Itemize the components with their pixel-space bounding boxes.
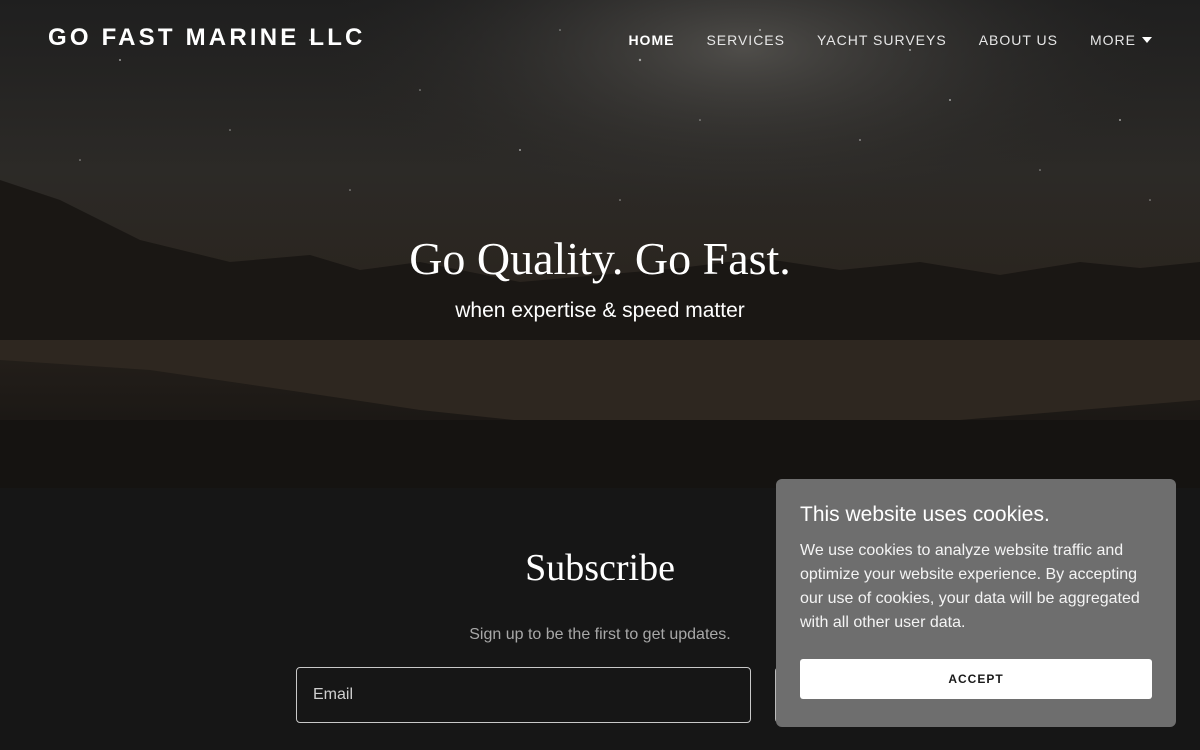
- accept-button[interactable]: ACCEPT: [800, 659, 1152, 699]
- hero-section: GO FAST MARINE LLC HOME SERVICES YACHT S…: [0, 0, 1200, 488]
- hero-subheadline: when expertise & speed matter: [455, 299, 745, 322]
- caret-down-icon: [1142, 37, 1152, 43]
- top-navigation-bar: GO FAST MARINE LLC HOME SERVICES YACHT S…: [0, 0, 1200, 80]
- nav-about-us[interactable]: ABOUT US: [979, 32, 1058, 48]
- cookie-body: We use cookies to analyze website traffi…: [800, 542, 1140, 631]
- nav-more-label: MORE: [1090, 32, 1136, 48]
- hero-headline: Go Quality. Go Fast.: [409, 233, 791, 284]
- main-nav: HOME SERVICES YACHT SURVEYS ABOUT US MOR…: [596, 32, 1152, 48]
- nav-home[interactable]: HOME: [628, 32, 674, 48]
- nav-services[interactable]: SERVICES: [706, 32, 785, 48]
- site-logo[interactable]: GO FAST MARINE LLC: [48, 24, 366, 52]
- cookie-title: This website uses cookies.: [800, 503, 1050, 526]
- cookie-banner: This website uses cookies. We use cookie…: [776, 479, 1176, 727]
- nav-more[interactable]: MORE: [1090, 32, 1152, 48]
- email-input[interactable]: Email: [296, 667, 751, 723]
- nav-yacht-surveys[interactable]: YACHT SURVEYS: [817, 32, 947, 48]
